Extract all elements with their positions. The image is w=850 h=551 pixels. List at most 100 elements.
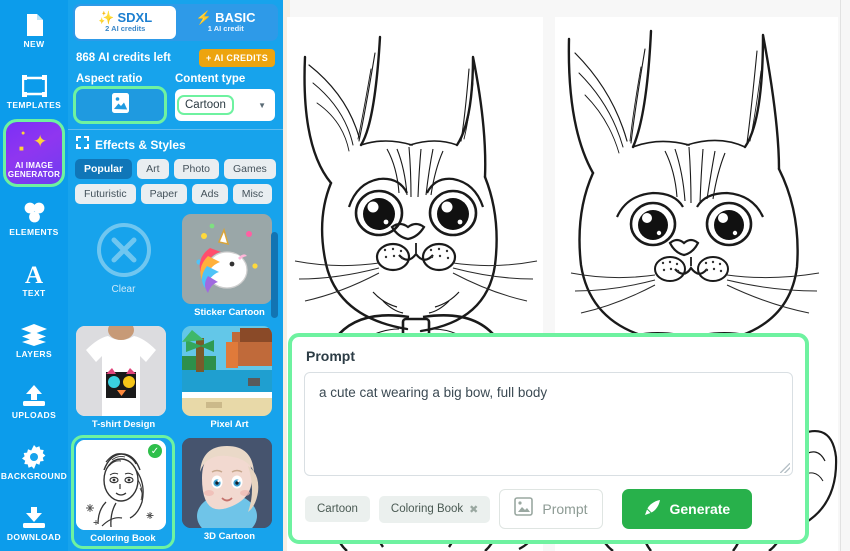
effects-styles-header: Effects & Styles xyxy=(68,130,283,159)
image-placeholder-icon xyxy=(514,497,534,521)
elements-icon xyxy=(21,201,47,225)
style-thumbnail[interactable] xyxy=(182,438,272,528)
style-card-sticker-cartoon[interactable]: Sticker Cartoon xyxy=(182,214,277,318)
text-a-icon: A xyxy=(21,262,47,286)
add-ai-credits-button[interactable]: + AI CREDITS xyxy=(198,49,275,67)
lightning-bolt-icon: ⚡ xyxy=(195,9,213,25)
sparkles-icon: ✨ xyxy=(98,9,115,25)
model-name: BASIC xyxy=(215,9,256,25)
tab-futuristic[interactable]: Futuristic xyxy=(75,184,136,204)
sidebar-item-label: LAYERS xyxy=(15,348,53,359)
tab-ads[interactable]: Ads xyxy=(191,184,228,204)
tab-paper[interactable]: Paper xyxy=(140,184,187,204)
model-button-top: ⚡ BASIC xyxy=(195,9,256,25)
sidebar-item-layers[interactable]: LAYERS xyxy=(0,310,68,371)
chip-coloring-book[interactable]: Coloring Book ✖ xyxy=(378,495,491,523)
chip-label: Cartoon xyxy=(317,503,358,515)
sidebar-item-templates[interactable]: TEMPLATES xyxy=(0,61,68,122)
style-grid: Clear Sticker Cartoon T-shirt Design Pix… xyxy=(68,204,283,549)
tab-misc[interactable]: Misc xyxy=(232,184,273,204)
tab-art[interactable]: Art xyxy=(137,159,169,179)
tab-photo[interactable]: Photo xyxy=(173,159,219,179)
style-label: 3D Cartoon xyxy=(203,531,256,542)
content-type-value: Cartoon xyxy=(177,95,234,115)
style-thumbnail[interactable] xyxy=(182,214,272,304)
sidebar-item-label: NEW xyxy=(23,38,45,49)
sidebar-item-uploads[interactable]: UPLOADS xyxy=(0,371,68,432)
layers-icon xyxy=(21,323,47,347)
sidebar-item-label: BACKGROUND xyxy=(0,470,68,481)
style-card-pixel-art[interactable]: Pixel Art xyxy=(182,326,277,430)
prompt-panel: Prompt a cute cat wearing a big bow, ful… xyxy=(288,333,809,544)
gear-icon xyxy=(21,444,47,469)
expand-icon xyxy=(76,136,89,154)
content-type-group: Content type Cartoon ▼ xyxy=(175,73,275,121)
aspect-ratio-button[interactable] xyxy=(73,86,167,124)
aspect-ratio-group: Aspect ratio xyxy=(73,73,167,124)
effects-styles-title: Effects & Styles xyxy=(95,138,186,152)
style-thumbnail[interactable] xyxy=(76,326,166,416)
content-type-select[interactable]: Cartoon ▼ xyxy=(175,89,275,121)
sidebar-item-label-line1: AI IMAGE xyxy=(14,161,54,170)
credits-left-label: 868 AI credits left xyxy=(76,52,171,64)
image-prompt-button[interactable]: Prompt xyxy=(499,489,603,529)
content-type-label: Content type xyxy=(175,73,246,85)
sidebar-item-text[interactable]: A TEXT xyxy=(0,249,68,310)
prompt-title: Prompt xyxy=(306,348,355,364)
style-thumbnail[interactable] xyxy=(182,326,272,416)
sidebar-item-label: TEMPLATES xyxy=(6,99,62,110)
style-label: Coloring Book xyxy=(90,533,156,544)
aspect-ratio-label: Aspect ratio xyxy=(76,73,143,85)
textarea-resize-grip[interactable] xyxy=(780,463,790,473)
generate-button[interactable]: Generate xyxy=(621,489,753,529)
chip-cartoon[interactable]: Cartoon xyxy=(305,496,370,522)
style-card-coloring-book[interactable]: ✓ Coloring Book xyxy=(71,435,175,549)
sidebar-item-elements[interactable]: ELEMENTS xyxy=(0,188,68,249)
sparkle-icon: ✦ xyxy=(33,132,48,151)
style-label: Sticker Cartoon xyxy=(194,307,265,318)
sparkle-square-icon: ■ xyxy=(19,144,24,153)
prompt-controls-row: Cartoon Coloring Book ✖ Prompt Generate xyxy=(292,476,805,529)
model-button-sdxl[interactable]: ✨ SDXL 2 AI credits xyxy=(75,6,176,39)
sidebar-item-label: UPLOADS xyxy=(11,409,57,420)
model-credits: 1 AI credit xyxy=(207,23,244,33)
options-row: Aspect ratio Content type Cartoon ▼ xyxy=(68,67,283,124)
prompt-input-value: a cute cat wearing a big bow, full body xyxy=(319,385,548,400)
selected-check-icon: ✓ xyxy=(147,443,163,459)
tab-games[interactable]: Games xyxy=(223,159,276,179)
sidebar-item-download[interactable]: DOWNLOAD xyxy=(0,493,68,551)
generate-label: Generate xyxy=(669,501,731,517)
svg-text:A: A xyxy=(25,262,43,285)
style-card-tshirt-design[interactable]: T-shirt Design xyxy=(76,326,171,430)
sidebar-item-new[interactable]: NEW xyxy=(0,0,68,61)
model-button-top: ✨ SDXL xyxy=(98,9,153,25)
left-rail: NEW TEMPLATES ✦ ● ■ AI IMAGE GENERATOR E… xyxy=(0,0,68,551)
sidebar-item-ai-image-generator[interactable]: ✦ ● ■ AI IMAGE GENERATOR xyxy=(3,119,65,187)
image-prompt-label: Prompt xyxy=(542,501,588,517)
close-x-icon[interactable]: ✖ xyxy=(469,503,478,516)
panel-scrollbar[interactable] xyxy=(271,232,278,318)
new-file-icon xyxy=(21,13,47,37)
model-credits: 2 AI credits xyxy=(105,23,146,33)
clear-label: Clear xyxy=(111,284,136,295)
model-name: SDXL xyxy=(117,9,153,25)
style-clear[interactable]: Clear xyxy=(76,214,171,318)
upload-icon xyxy=(21,384,47,408)
model-button-basic[interactable]: ⚡ BASIC 1 AI credit xyxy=(176,6,277,39)
style-label: Pixel Art xyxy=(210,419,249,430)
prompt-input[interactable]: a cute cat wearing a big bow, full body xyxy=(304,372,793,476)
sidebar-item-background[interactable]: BACKGROUND xyxy=(0,432,68,493)
style-category-tabs: Popular Art Photo Games Futuristic Paper… xyxy=(68,159,283,204)
tab-popular[interactable]: Popular xyxy=(75,159,133,179)
chevron-down-icon: ▼ xyxy=(258,100,266,110)
sidebar-item-label-line2: GENERATOR xyxy=(7,170,61,179)
rocket-icon xyxy=(644,499,661,519)
ai-generator-panel: ✨ SDXL 2 AI credits ⚡ BASIC 1 AI credit … xyxy=(68,0,283,551)
style-thumbnail[interactable]: ✓ xyxy=(76,440,166,530)
portrait-image-icon xyxy=(111,92,130,119)
chip-label: Coloring Book xyxy=(390,503,464,515)
download-icon xyxy=(21,506,47,530)
style-card-3d-cartoon[interactable]: 3D Cartoon xyxy=(182,438,277,546)
clear-x-icon xyxy=(96,223,151,277)
clear-style-button[interactable]: Clear xyxy=(76,214,171,304)
